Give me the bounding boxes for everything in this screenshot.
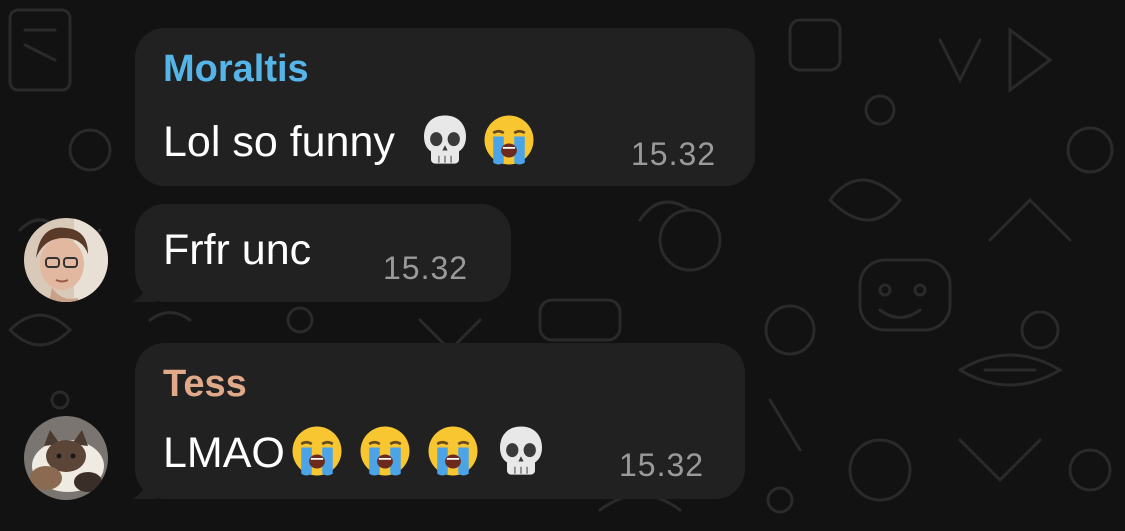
skull-emoji: [493, 423, 549, 479]
message-bubble[interactable]: Frfr unc 15.32: [135, 204, 511, 302]
sender-name[interactable]: Moraltis: [163, 48, 309, 91]
loudly-crying-face-emoji: [481, 112, 537, 168]
message-text-content: LMAO: [163, 429, 285, 477]
skull-emoji: [417, 112, 473, 168]
message-text-content: Lol so funny: [163, 118, 395, 166]
message-text: Frfr unc: [163, 226, 312, 274]
avatar[interactable]: [24, 416, 108, 500]
sender-name[interactable]: Tess: [163, 363, 247, 406]
message-time: 15.32: [619, 447, 705, 483]
loudly-crying-face-emoji: [425, 423, 481, 479]
loudly-crying-face-emoji: [289, 423, 345, 479]
message-time: 15.32: [631, 136, 717, 172]
message-text: Lol so funny: [163, 112, 537, 168]
message-bubble[interactable]: Tess LMAO 15.32: [135, 343, 745, 499]
avatar[interactable]: [24, 218, 108, 302]
message-text: LMAO: [163, 423, 549, 479]
loudly-crying-face-emoji: [357, 423, 413, 479]
message-time: 15.32: [383, 250, 469, 286]
message-bubble[interactable]: Moraltis Lol so funny 15.32: [135, 28, 755, 186]
